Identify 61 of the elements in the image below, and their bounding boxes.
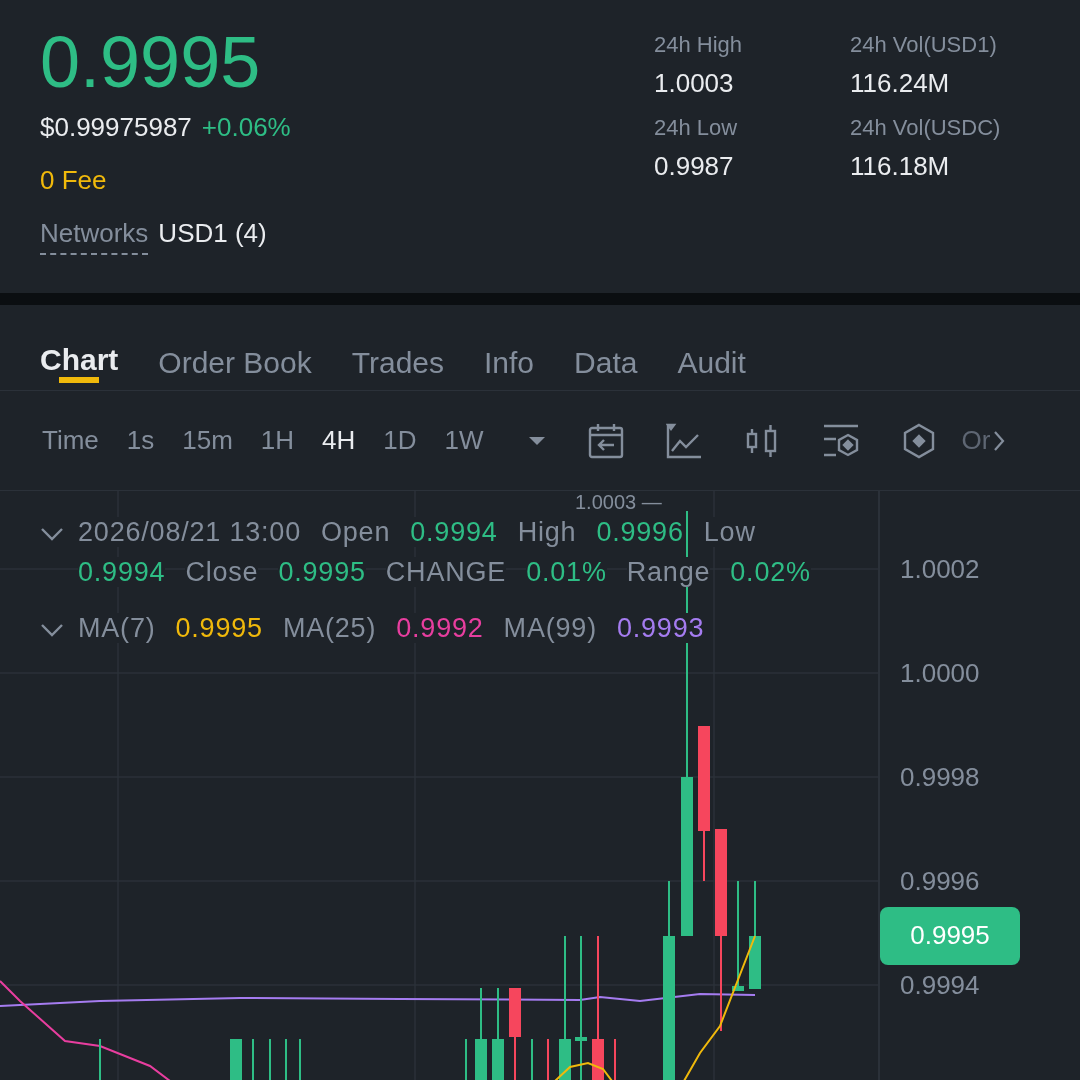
price-axis-label: 0.9994 <box>900 969 980 1001</box>
chevron-down-icon[interactable] <box>40 527 64 541</box>
line-chart-icon[interactable] <box>665 422 702 459</box>
chevron-right-icon[interactable] <box>992 429 1005 452</box>
tab[interactable]: Audit <box>677 325 746 389</box>
stat-label: 24h Vol(USDC) <box>850 115 1002 141</box>
indicator-settings-icon[interactable] <box>821 422 860 459</box>
interval-button[interactable]: 15m <box>182 425 233 456</box>
stat-value: 116.18M <box>850 151 951 182</box>
interval-button[interactable]: 1H <box>260 425 295 456</box>
candlestick <box>285 1038 287 1080</box>
candlestick <box>252 1038 254 1080</box>
legend-label: Low <box>703 517 756 547</box>
legend-value: 0.9994 <box>78 557 166 587</box>
price-axis-label: 1.0000 <box>900 657 980 689</box>
last-price-tag: 0.9995 <box>880 907 1020 965</box>
stat-value: 1.0003 <box>654 68 735 99</box>
candlestick <box>99 1038 101 1080</box>
more-tab-label[interactable]: Or <box>961 425 991 456</box>
candlestick <box>230 1038 242 1080</box>
networks-value: USD1 (4) <box>158 218 267 249</box>
stat-value: 116.24M <box>850 68 951 99</box>
candlestick <box>547 1038 549 1080</box>
high-price-marker: 1.0003 — <box>575 491 662 514</box>
ma-label: MA(7) <box>78 613 156 643</box>
stat-label: 24h Vol(USD1) <box>850 32 998 58</box>
candlestick <box>465 1038 467 1080</box>
candlestick <box>531 1038 533 1080</box>
stat-label: 24h High <box>654 32 744 58</box>
ma-value: 0.9992 <box>396 613 484 643</box>
tab[interactable]: Trades <box>351 325 444 389</box>
legend-label: CHANGE <box>385 557 507 587</box>
price-change: +0.06% <box>201 112 291 143</box>
stat-label: 24h Low <box>654 115 739 141</box>
legend-label: Range <box>626 557 711 587</box>
time-label[interactable]: Time <box>42 425 99 456</box>
interval-button[interactable]: 1s <box>126 425 155 456</box>
price-axis-label: 0.9998 <box>900 761 980 793</box>
tab[interactable]: Order Book <box>158 325 312 389</box>
candlestick <box>299 1038 301 1080</box>
price-axis-label: 0.9996 <box>900 865 980 897</box>
interval-button[interactable]: 4H <box>322 425 356 456</box>
price-axis-label: 1.0002 <box>900 553 980 585</box>
interval-button[interactable]: 1W <box>444 425 484 456</box>
tab[interactable]: Data <box>574 325 638 389</box>
hexagon-icon[interactable] <box>901 422 936 459</box>
fee-label: 0 Fee <box>40 165 108 196</box>
ma-value: 0.9993 <box>616 613 705 643</box>
legend-value: 0.9994 <box>410 517 498 547</box>
candlestick <box>269 1038 271 1080</box>
caret-icon[interactable] <box>527 435 546 446</box>
interval-button[interactable]: 1D <box>383 425 417 456</box>
candlestick <box>614 1038 616 1080</box>
networks-link[interactable]: Networks <box>40 218 149 255</box>
usd-price: $0.99975987 <box>40 112 192 143</box>
legend-label: 2026/08/21 13:00 <box>78 517 301 547</box>
chevron-down-icon[interactable] <box>40 623 64 637</box>
tab[interactable]: Info <box>484 325 535 389</box>
last-price: 0.9995 <box>40 26 262 98</box>
calendar-icon[interactable] <box>587 422 624 459</box>
stat-value: 0.9987 <box>654 151 735 182</box>
